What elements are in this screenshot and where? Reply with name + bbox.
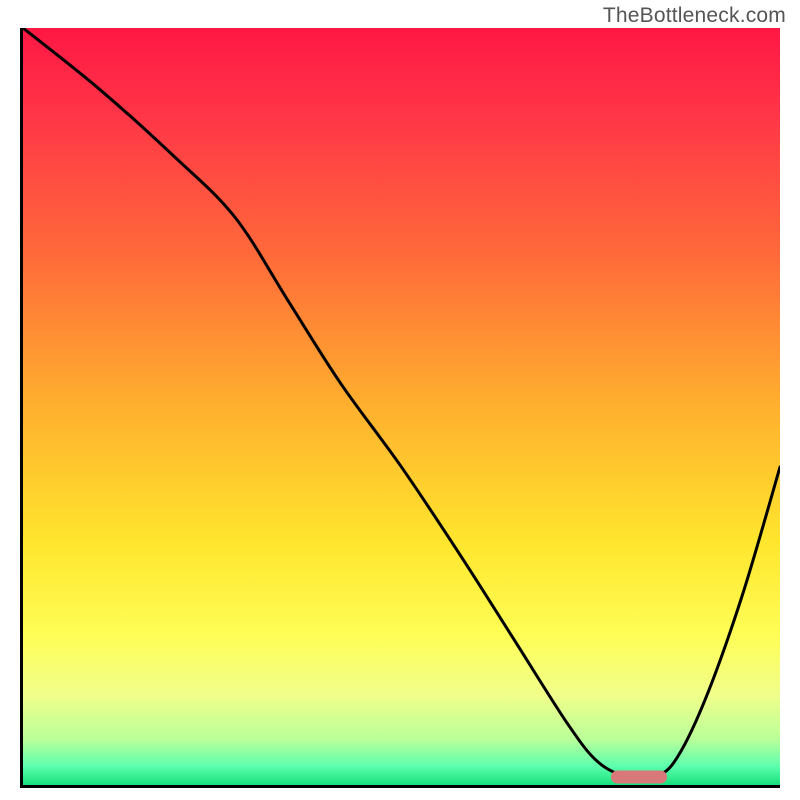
- watermark-text: TheBottleneck.com: [603, 4, 786, 28]
- bottleneck-curve: [23, 28, 780, 785]
- optimal-marker: [611, 770, 667, 783]
- plot-area: [20, 28, 780, 788]
